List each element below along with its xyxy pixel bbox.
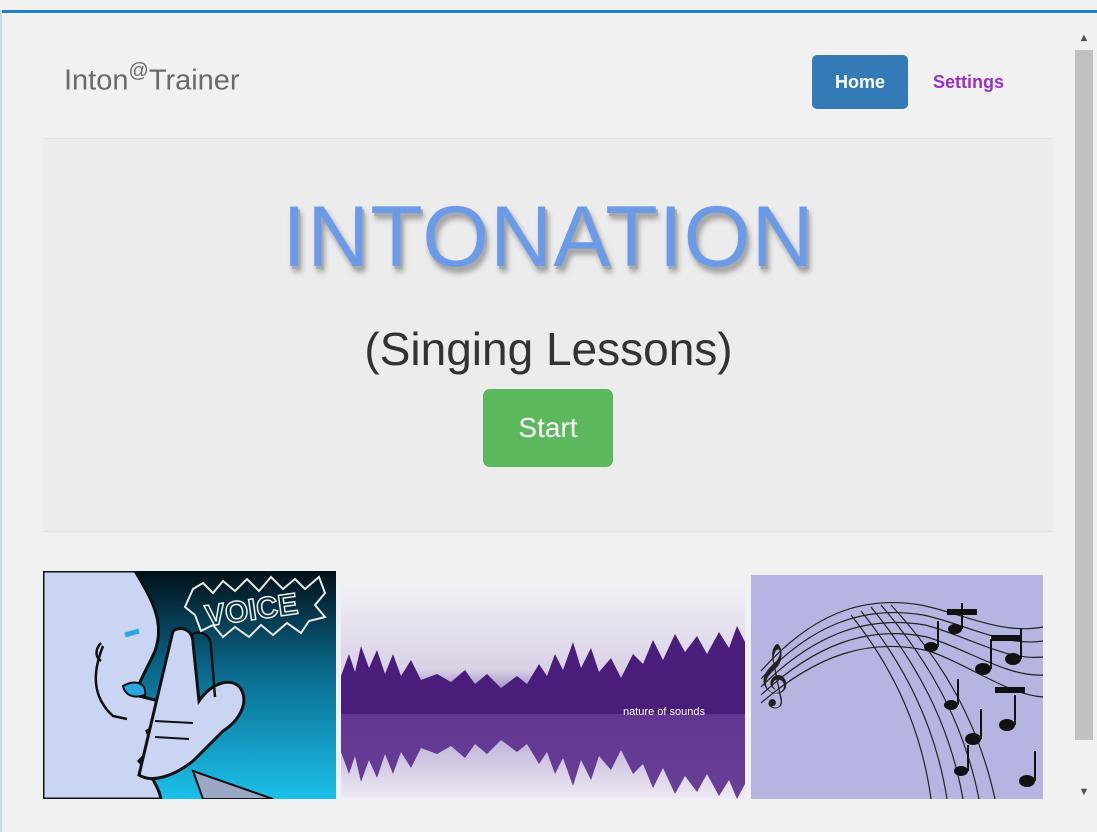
vertical-scrollbar[interactable]: ▲ ▼ <box>1071 28 1097 804</box>
brand-suffix: Trainer <box>148 64 240 97</box>
brand-logo[interactable]: Inton@Trainer <box>64 60 240 98</box>
music-image: 𝄞 <box>751 575 1043 799</box>
music-illustration: 𝄞 <box>751 575 1043 799</box>
nav-home-button[interactable]: Home <box>812 55 908 109</box>
window-left-border <box>0 10 2 832</box>
voice-illustration: VOICE <box>43 571 336 799</box>
voice-image: VOICE <box>43 571 336 799</box>
hero-title: INTONATION <box>282 189 815 285</box>
treble-clef-icon: 𝄞 <box>757 643 789 709</box>
scroll-thumb[interactable] <box>1075 50 1093 740</box>
hero-subtitle: (Singing Lessons) <box>364 323 733 375</box>
brand-at-symbol: @ <box>128 60 149 82</box>
brand-prefix: Inton <box>64 64 129 97</box>
scroll-up-arrow-icon[interactable]: ▲ <box>1071 28 1097 48</box>
window-top-border <box>0 10 1097 13</box>
nature-illustration: nature of sounds <box>341 584 745 799</box>
nature-image: nature of sounds <box>341 584 745 799</box>
nav-settings-link[interactable]: Settings <box>933 72 1004 93</box>
nature-text: nature of sounds <box>623 706 705 718</box>
start-button[interactable]: Start <box>483 389 613 467</box>
scroll-down-arrow-icon[interactable]: ▼ <box>1071 782 1097 802</box>
